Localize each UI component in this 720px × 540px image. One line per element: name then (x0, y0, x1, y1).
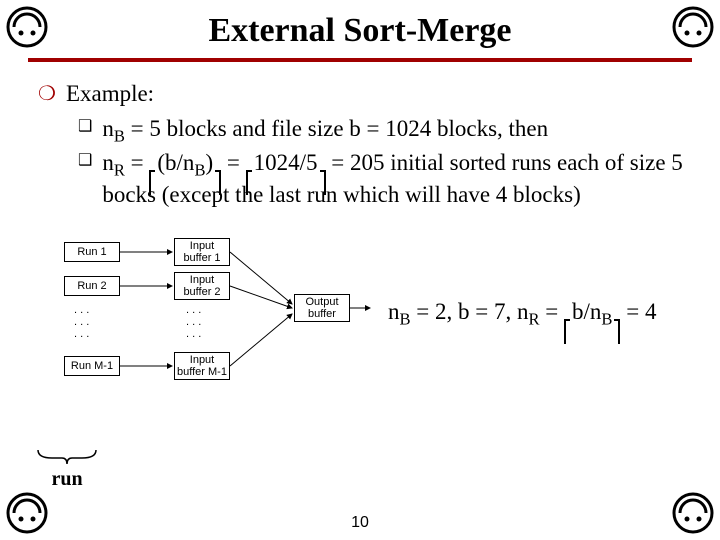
figure-row: Run 1 Run 2 . . .. . .. . . Run M-1 Inpu… (64, 238, 692, 390)
run-box: Run M-1 (64, 356, 120, 376)
bullet-level2: ❑ nR = (b/nB) = 1024/5 = 205 initial sor… (38, 149, 692, 210)
bullet-text: nB = 5 blocks and file size b = 1024 blo… (102, 115, 548, 147)
body-text: ❍ Example: ❑ nB = 5 blocks and file size… (28, 80, 692, 210)
input-buffer-box: Input buffer 1 (174, 238, 230, 266)
run-label: run (51, 468, 82, 491)
bullet-marker-icon: ❑ (78, 115, 92, 147)
page-number: 10 (0, 514, 720, 532)
decorative-icon (672, 6, 714, 48)
ellipsis-icon: . . .. . .. . . (74, 304, 89, 340)
slide: External Sort-Merge ❍ Example: ❑ nB = 5 … (0, 0, 720, 540)
ellipsis-icon: . . .. . .. . . (186, 304, 201, 340)
run-box: Run 1 (64, 242, 120, 262)
bullet-level2: ❑ nB = 5 blocks and file size b = 1024 b… (38, 115, 692, 147)
brace-icon (36, 448, 98, 466)
run-box: Run 2 (64, 276, 120, 296)
input-buffer-box: Input buffer M-1 (174, 352, 230, 380)
output-buffer-box: Output buffer (294, 294, 350, 322)
merge-diagram: Run 1 Run 2 . . .. . .. . . Run M-1 Inpu… (64, 238, 372, 390)
bullet-marker-icon: ❑ (78, 149, 92, 210)
bullet-marker-icon: ❍ (38, 80, 56, 109)
brace-label: run (36, 448, 98, 491)
example-label: Example: (66, 80, 154, 109)
bullet-text: nR = (b/nB) = 1024/5 = 205 initial sorte… (102, 149, 692, 210)
input-buffer-box: Input buffer 2 (174, 272, 230, 300)
decorative-icon (6, 6, 48, 48)
title-divider (28, 58, 692, 62)
slide-title: External Sort-Merge (28, 12, 692, 50)
bullet-level1: ❍ Example: (38, 80, 692, 109)
right-expression: nB = 2, b = 7, nR = b/nB = 4 (388, 299, 656, 330)
